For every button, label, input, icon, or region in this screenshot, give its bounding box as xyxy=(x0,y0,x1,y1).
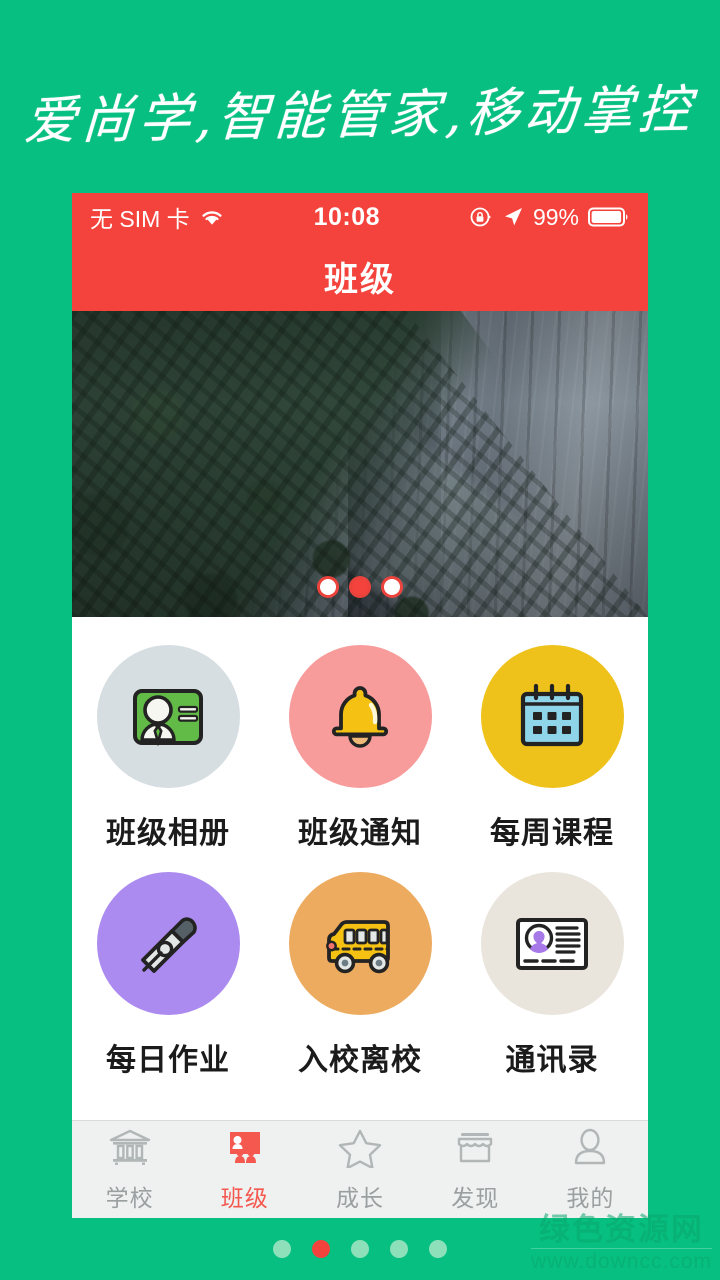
site-watermark: 绿色资源网 www.downcc.com xyxy=(531,1214,712,1274)
calendar-icon xyxy=(520,683,584,746)
bubble-weekly-course xyxy=(480,645,624,788)
status-bar-time: 10:08 xyxy=(313,202,381,231)
battery-icon xyxy=(588,206,630,228)
bank-building-icon xyxy=(107,1126,153,1173)
status-bar-right: 99% xyxy=(469,204,630,231)
banner-vignette xyxy=(72,311,648,617)
tab-label: 学校 xyxy=(105,1185,154,1211)
page-dot[interactable] xyxy=(429,1240,447,1258)
status-bar-left: 无 SIM 卡 xyxy=(90,200,225,234)
location-arrow-icon xyxy=(502,206,524,228)
grid-label: 每周课程 xyxy=(490,817,614,850)
tab-bar: 学校 班级 成长 发现 我的 xyxy=(72,1120,648,1218)
school-bus-icon xyxy=(326,919,390,973)
bubble-school-pickup xyxy=(288,872,432,1015)
page-dot-active[interactable] xyxy=(312,1240,330,1258)
page-dot[interactable] xyxy=(351,1240,369,1258)
tab-school[interactable]: 学校 xyxy=(72,1121,187,1218)
star-icon xyxy=(338,1126,382,1173)
tab-label: 班级 xyxy=(220,1185,269,1211)
grid-row: 班级相册 班级通知 每周课程 xyxy=(72,639,648,866)
grid-label: 班级相册 xyxy=(106,817,230,850)
grid-item-weekly-course[interactable]: 每周课程 xyxy=(456,639,648,866)
tab-class[interactable]: 班级 xyxy=(187,1121,302,1218)
watermark-url: www.downcc.com xyxy=(531,1248,712,1273)
banner-carousel[interactable] xyxy=(72,311,648,617)
tab-label: 成长 xyxy=(336,1185,384,1211)
battery-percent-label: 99% xyxy=(532,203,579,230)
tab-label: 我的 xyxy=(566,1185,615,1211)
tab-mine[interactable]: 我的 xyxy=(533,1121,648,1218)
page-dot[interactable] xyxy=(273,1240,291,1258)
storefront-icon xyxy=(452,1126,498,1173)
bubble-class-notice xyxy=(288,645,432,788)
headline-text: 爱尚学,智能管家,移动掌控 xyxy=(22,79,697,152)
bubble-daily-homework xyxy=(96,872,240,1015)
bubble-contacts xyxy=(480,872,624,1015)
tab-label: 发现 xyxy=(451,1185,500,1211)
bubble-class-album xyxy=(96,645,240,788)
contact-card-icon xyxy=(516,917,588,970)
fountain-pen-nib-icon xyxy=(141,916,197,973)
grid-item-school-pickup[interactable]: 入校离校 xyxy=(264,866,456,1093)
page-title: 班级 xyxy=(324,260,396,299)
banner-dot[interactable] xyxy=(320,579,336,595)
bell-icon xyxy=(331,685,389,748)
grid-label: 班级通知 xyxy=(298,817,422,850)
phone-screenshot-frame: 无 SIM 卡 10:08 99% 班级 班级相册 班级通知 每周课程 每日作业… xyxy=(72,193,648,1218)
wifi-icon xyxy=(199,207,225,227)
headline-banner: 爱尚学,智能管家,移动掌控 xyxy=(0,62,720,158)
status-bar: 无 SIM 卡 10:08 99% xyxy=(72,193,648,241)
banner-dot-active[interactable] xyxy=(352,579,368,595)
classroom-people-icon xyxy=(224,1126,266,1173)
grid-item-daily-homework[interactable]: 每日作业 xyxy=(72,866,264,1093)
grid-item-class-notice[interactable]: 班级通知 xyxy=(264,639,456,866)
grid-label: 每日作业 xyxy=(106,1044,230,1077)
banner-pagination-dots[interactable] xyxy=(72,579,648,595)
page-dot[interactable] xyxy=(390,1240,408,1258)
watermark-title: 绿色资源网 xyxy=(539,1212,705,1248)
grid-row: 每日作业 入校离校 通讯录 xyxy=(72,866,648,1093)
classroom-board-icon xyxy=(133,688,203,747)
tab-discover[interactable]: 发现 xyxy=(418,1121,533,1218)
grid-item-contacts[interactable]: 通讯录 xyxy=(456,866,648,1093)
feature-grid: 班级相册 班级通知 每周课程 每日作业 入校离校 通讯录 xyxy=(72,617,648,1093)
tab-growth[interactable]: 成长 xyxy=(302,1121,417,1218)
person-icon xyxy=(569,1126,611,1173)
rotation-lock-icon xyxy=(469,205,493,229)
carrier-label: 无 SIM 卡 xyxy=(90,206,190,232)
grid-label: 通讯录 xyxy=(505,1044,599,1077)
grid-item-class-album[interactable]: 班级相册 xyxy=(72,639,264,866)
banner-dot[interactable] xyxy=(384,579,400,595)
grid-label: 入校离校 xyxy=(298,1044,422,1077)
nav-bar: 班级 xyxy=(72,241,648,311)
